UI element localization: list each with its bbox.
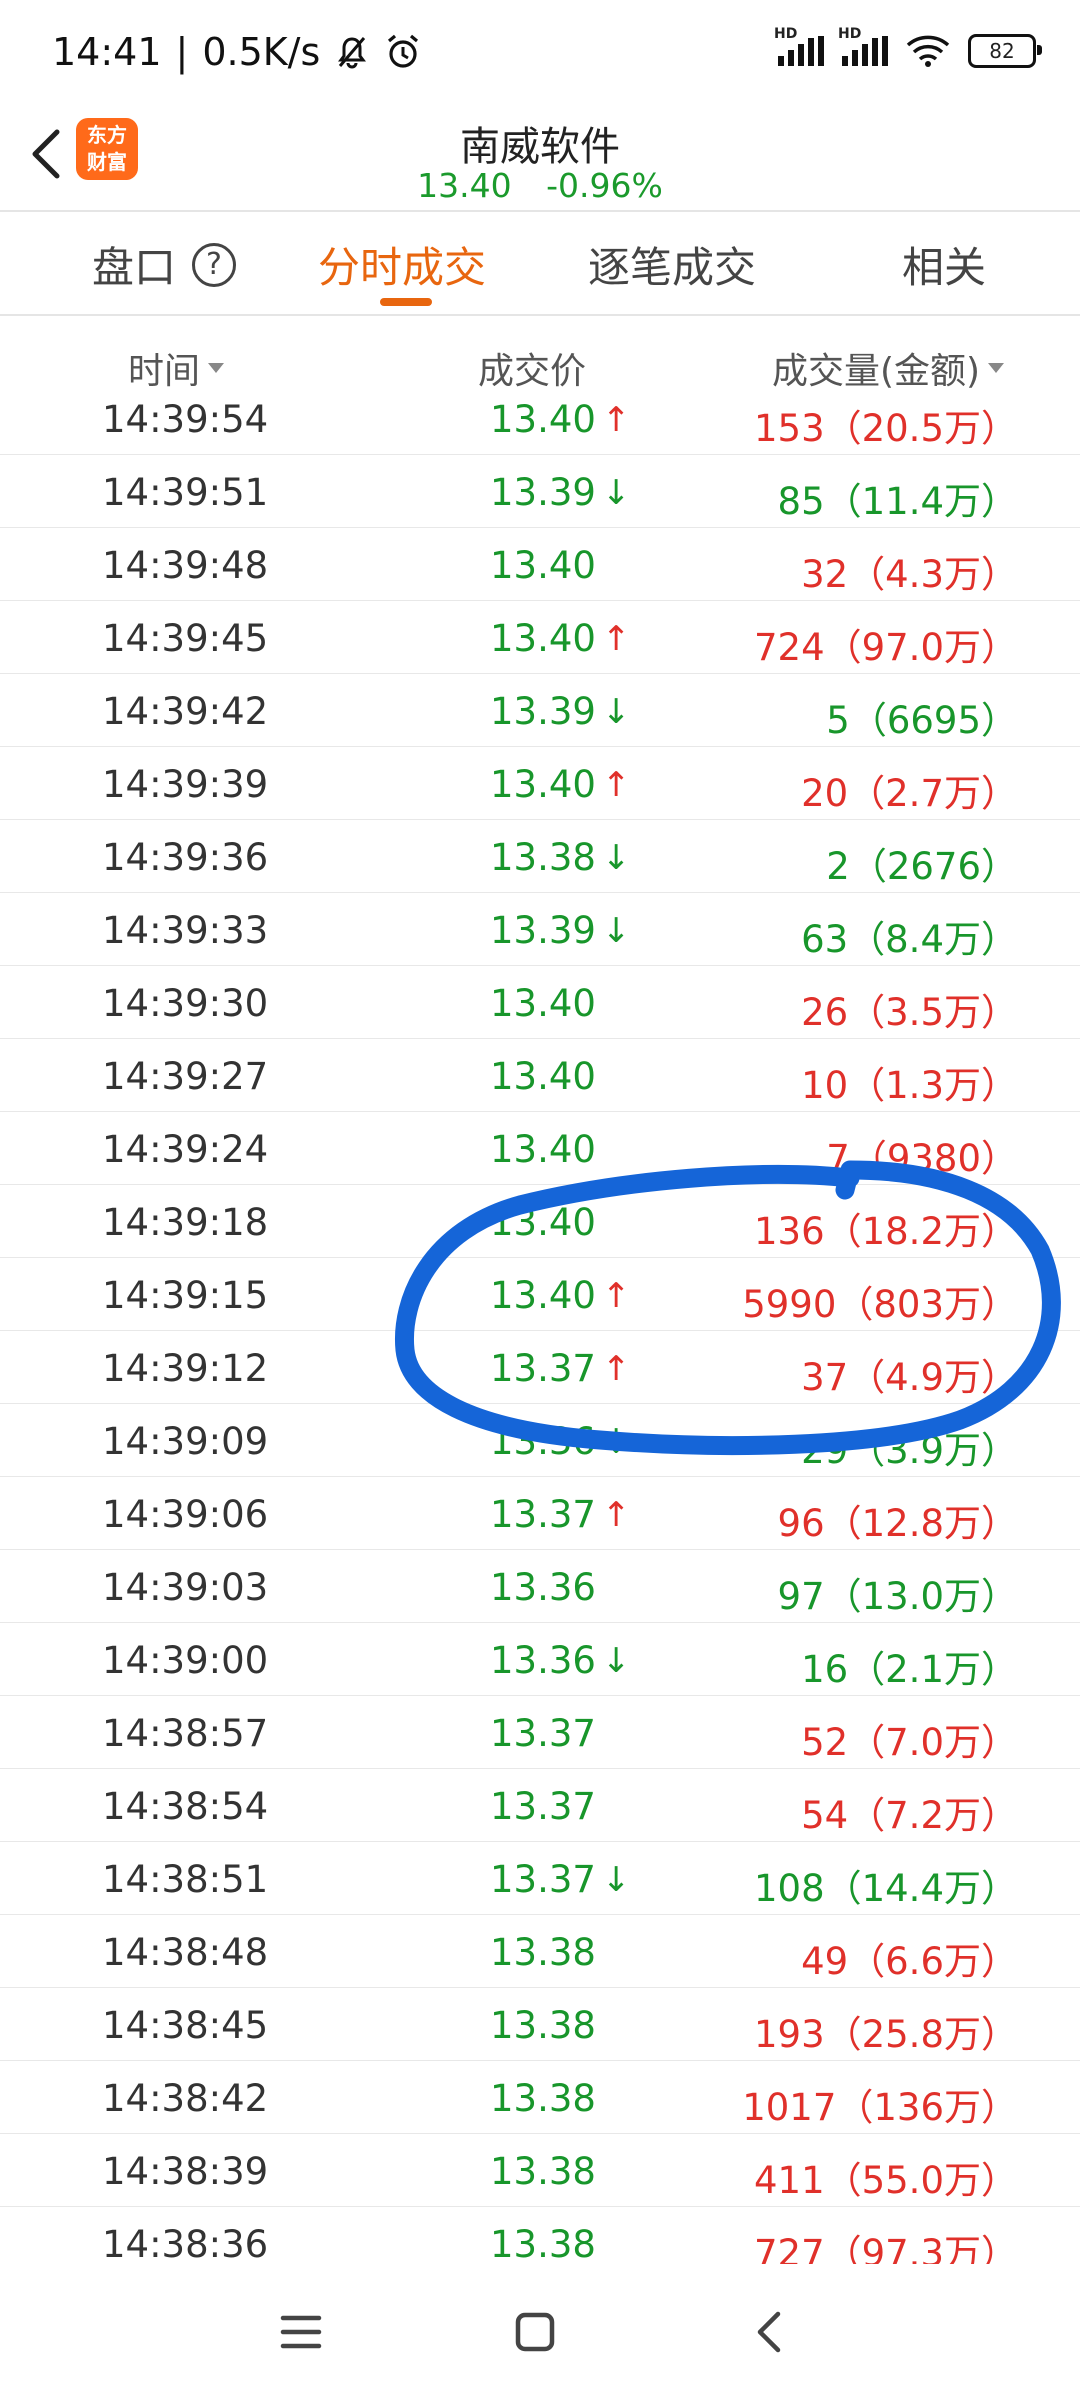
net-speed: 0.5K/s bbox=[202, 30, 321, 74]
trade-volume: 5990（803万） bbox=[742, 1283, 1018, 1326]
system-nav-bar bbox=[0, 2264, 1080, 2400]
trade-table[interactable]: 14:39:54 13.40 ↑ 153（20.5万） 14:39:51 13.39 ↓ 85… bbox=[0, 398, 1080, 2264]
signal-hd-icon: HD bbox=[838, 26, 888, 66]
tab-pankou[interactable]: 盘口 ? bbox=[92, 234, 237, 295]
table-row[interactable]: 14:39:15 13.40 ↑ 5990（803万） bbox=[0, 1258, 1080, 1331]
table-row[interactable]: 14:38:45 13.38 193（25.8万） bbox=[0, 1988, 1080, 2061]
trade-volume: 108（14.4万） bbox=[753, 1867, 1018, 1910]
trade-volume: 727（97.3万） bbox=[753, 2232, 1018, 2264]
table-row[interactable]: 14:38:54 13.37 54（7.2万） bbox=[0, 1769, 1080, 1842]
trade-volume: 1017（136万） bbox=[742, 2086, 1018, 2129]
trade-volume: 16（2.1万） bbox=[801, 1648, 1018, 1691]
tab-label: 相关 bbox=[902, 243, 987, 292]
col-volume-label: 成交量(金额) bbox=[772, 351, 981, 392]
table-row[interactable]: 14:39:24 13.40 7（9380） bbox=[0, 1112, 1080, 1185]
tab-fenshi[interactable]: 分时成交 bbox=[318, 234, 486, 295]
trade-volume: 97（13.0万） bbox=[777, 1575, 1018, 1618]
table-row[interactable]: 14:39:06 13.37 ↑ 96（12.8万） bbox=[0, 1477, 1080, 1550]
trade-volume: 96（12.8万） bbox=[777, 1502, 1018, 1545]
wifi-icon bbox=[906, 35, 950, 67]
table-row[interactable]: 14:39:12 13.37 ↑ 37（4.9万） bbox=[0, 1331, 1080, 1404]
table-row[interactable]: 14:38:42 13.38 1017（136万） bbox=[0, 2061, 1080, 2134]
status-time: 14:41 bbox=[52, 30, 162, 74]
back-chevron-icon bbox=[757, 2311, 781, 2353]
signal-hd-icon: HD bbox=[774, 26, 824, 66]
tab-bar: 盘口 ? 分时成交 逐笔成交 相关 bbox=[0, 212, 1080, 312]
table-row[interactable]: 14:39:18 13.40 136（18.2万） bbox=[0, 1185, 1080, 1258]
trade-volume: 724（97.0万） bbox=[753, 626, 1018, 669]
trade-volume: 7（9380） bbox=[826, 1137, 1018, 1180]
col-price: 成交价 bbox=[478, 342, 586, 394]
sort-caret-icon bbox=[208, 363, 225, 373]
home-square-icon bbox=[515, 2312, 555, 2352]
table-row[interactable]: 14:39:00 13.36 ↓ 16（2.1万） bbox=[0, 1623, 1080, 1696]
table-row[interactable]: 14:39:51 13.39 ↓ 85（11.4万） bbox=[0, 455, 1080, 528]
table-row[interactable]: 14:39:42 13.39 ↓ 5（6695） bbox=[0, 674, 1080, 747]
table-row[interactable]: 14:39:45 13.40 ↑ 724（97.0万） bbox=[0, 601, 1080, 674]
table-row[interactable]: 14:39:36 13.38 ↓ 2（2676） bbox=[0, 820, 1080, 893]
col-price-label: 成交价 bbox=[478, 351, 587, 392]
stock-quote: 13.40 -0.96% bbox=[0, 166, 1080, 205]
active-tab-indicator bbox=[380, 298, 432, 306]
stock-price: 13.40 bbox=[417, 166, 512, 205]
status-right: HD HD 82 bbox=[774, 26, 1042, 68]
table-row[interactable]: 14:39:48 13.40 32（4.3万） bbox=[0, 528, 1080, 601]
nav-back-button[interactable] bbox=[734, 2300, 804, 2364]
table-row[interactable]: 14:39:09 13.36 ↓ 29（3.9万） bbox=[0, 1404, 1080, 1477]
menu-icon bbox=[280, 2315, 322, 2349]
col-time-sort[interactable]: 时间 bbox=[128, 342, 225, 394]
trade-volume: 136（18.2万） bbox=[753, 1210, 1018, 1253]
col-time-label: 时间 bbox=[128, 351, 201, 392]
table-row[interactable]: 14:38:39 13.38 411（55.0万） bbox=[0, 2134, 1080, 2207]
trade-volume: 49（6.6万） bbox=[801, 1940, 1018, 1983]
alarm-icon bbox=[388, 34, 419, 68]
tab-related[interactable]: 相关 bbox=[902, 234, 986, 295]
trade-volume: 63（8.4万） bbox=[801, 918, 1018, 961]
trade-volume: 26（3.5万） bbox=[801, 991, 1018, 1034]
sort-caret-icon bbox=[988, 363, 1005, 373]
trade-volume: 193（25.8万） bbox=[753, 2013, 1018, 2056]
trade-volume: 20（2.7万） bbox=[801, 772, 1018, 815]
table-row[interactable]: 14:39:03 13.36 97（13.0万） bbox=[0, 1550, 1080, 1623]
trade-volume: 5（6695） bbox=[826, 699, 1018, 742]
trade-rows: 14:39:54 13.40 ↑ 153（20.5万） 14:39:51 13.39 ↓ 85… bbox=[0, 398, 1080, 2264]
tab-label: 盘口 bbox=[92, 243, 177, 292]
trade-volume: 411（55.0万） bbox=[753, 2159, 1018, 2202]
stock-header: 东方 财富 南威软件 13.40 -0.96% bbox=[0, 108, 1080, 210]
battery-level: 82 bbox=[989, 39, 1015, 63]
trade-volume: 32（4.3万） bbox=[801, 553, 1018, 596]
trade-volume: 2（2676） bbox=[826, 845, 1018, 888]
status-left: 14:41 | 0.5K/s bbox=[52, 30, 422, 74]
table-row[interactable]: 14:39:33 13.39 ↓ 63（8.4万） bbox=[0, 893, 1080, 966]
trade-volume: 54（7.2万） bbox=[801, 1794, 1018, 1837]
trade-volume: 37（4.9万） bbox=[801, 1356, 1018, 1399]
table-row[interactable]: 14:39:30 13.40 26（3.5万） bbox=[0, 966, 1080, 1039]
table-row[interactable]: 14:38:51 13.37 ↓ 108（14.4万） bbox=[0, 1842, 1080, 1915]
stock-name: 南威软件 bbox=[460, 124, 620, 170]
mute-bell-icon bbox=[338, 37, 367, 69]
tab-label: 分时成交 bbox=[318, 243, 487, 292]
help-icon[interactable]: ? bbox=[192, 242, 237, 287]
nav-menu-button[interactable] bbox=[266, 2300, 336, 2364]
table-row[interactable]: 14:39:54 13.40 ↑ 153（20.5万） bbox=[0, 398, 1080, 455]
battery-icon: 82 bbox=[968, 34, 1042, 68]
status-separator: | bbox=[175, 30, 189, 74]
trade-volume: 10（1.3万） bbox=[801, 1064, 1018, 1107]
trade-volume: 29（3.9万） bbox=[801, 1429, 1018, 1472]
status-bar: 14:41 | 0.5K/s HD HD 82 bbox=[0, 0, 1080, 108]
trade-volume: 153（20.5万） bbox=[753, 407, 1018, 450]
trade-volume: 52（7.0万） bbox=[801, 1721, 1018, 1764]
stock-change: -0.96% bbox=[546, 166, 663, 205]
nav-home-button[interactable] bbox=[500, 2300, 570, 2364]
table-row[interactable]: 14:38:57 13.37 52（7.0万） bbox=[0, 1696, 1080, 1769]
trade-volume: 85（11.4万） bbox=[777, 480, 1018, 523]
table-row[interactable]: 14:39:39 13.40 ↑ 20（2.7万） bbox=[0, 747, 1080, 820]
tab-label: 逐笔成交 bbox=[588, 243, 757, 292]
table-row[interactable]: 14:38:36 13.38 727（97.3万） bbox=[0, 2207, 1080, 2264]
table-row[interactable]: 14:38:48 13.38 49（6.6万） bbox=[0, 1915, 1080, 1988]
table-row[interactable]: 14:39:27 13.40 10（1.3万） bbox=[0, 1039, 1080, 1112]
tab-zhubi[interactable]: 逐笔成交 bbox=[588, 234, 756, 295]
col-volume-sort[interactable]: 成交量(金额) bbox=[772, 342, 1005, 394]
